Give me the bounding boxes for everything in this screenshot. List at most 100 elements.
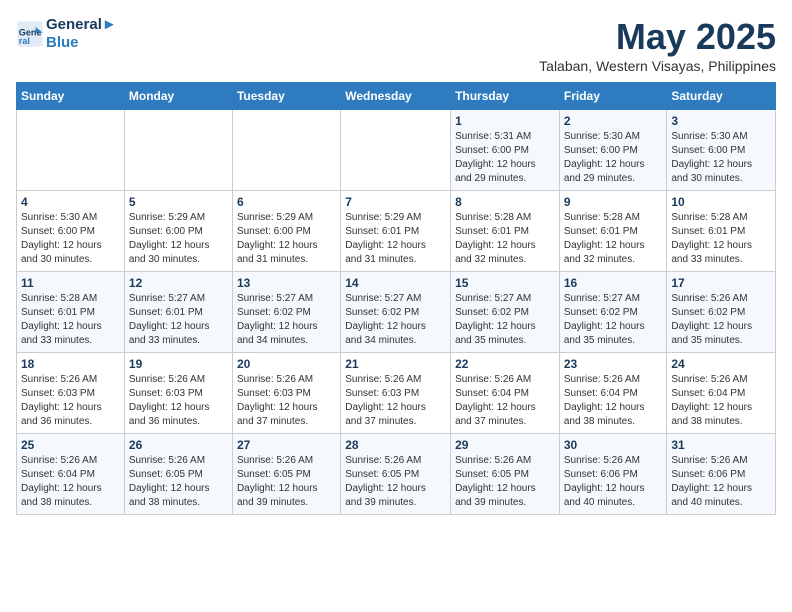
day-info: Sunrise: 5:28 AM Sunset: 6:01 PM Dayligh…	[455, 211, 555, 267]
day-info: Sunrise: 5:30 AM Sunset: 6:00 PM Dayligh…	[21, 211, 120, 267]
header-wednesday: Wednesday	[341, 83, 451, 110]
day-number: 27	[237, 438, 336, 452]
day-number: 11	[21, 276, 120, 290]
day-number: 14	[345, 276, 446, 290]
calendar-week-row: 18Sunrise: 5:26 AM Sunset: 6:03 PM Dayli…	[17, 353, 776, 434]
day-number: 12	[129, 276, 228, 290]
header-thursday: Thursday	[451, 83, 560, 110]
day-number: 23	[564, 357, 663, 371]
day-info: Sunrise: 5:26 AM Sunset: 6:03 PM Dayligh…	[345, 373, 446, 429]
logo-line1: General►	[46, 16, 117, 34]
day-info: Sunrise: 5:26 AM Sunset: 6:02 PM Dayligh…	[671, 292, 771, 348]
header-saturday: Saturday	[667, 83, 776, 110]
table-row: 11 Sunrise: 5:28 AM Sunset: 6:01 PM Dayli…	[17, 272, 125, 353]
table-row: 5 Sunrise: 5:29 AM Sunset: 6:00 PM Daylig…	[124, 191, 232, 272]
day-info: Sunrise: 5:27 AM Sunset: 6:02 PM Dayligh…	[455, 292, 555, 348]
day-info: Sunrise: 5:26 AM Sunset: 6:04 PM Dayligh…	[21, 454, 120, 510]
header: Gene ral General► Blue May 2025 Talaban,…	[16, 16, 776, 74]
table-row: 31 Sunrise: 5:26 AM Sunset: 6:06 PM Dayli…	[667, 434, 776, 515]
table-row: 20 Sunrise: 5:26 AM Sunset: 6:03 PM Dayli…	[232, 353, 340, 434]
day-info: Sunrise: 5:29 AM Sunset: 6:00 PM Dayligh…	[129, 211, 228, 267]
day-info: Sunrise: 5:28 AM Sunset: 6:01 PM Dayligh…	[564, 211, 663, 267]
table-row: 2Sunrise: 5:30 AM Sunset: 6:00 PM Daylig…	[559, 110, 667, 191]
svg-text:ral: ral	[19, 36, 30, 46]
table-row: 3Sunrise: 5:30 AM Sunset: 6:00 PM Daylig…	[667, 110, 776, 191]
day-info: Sunrise: 5:31 AM Sunset: 6:00 PM Dayligh…	[455, 130, 555, 186]
table-row: 26 Sunrise: 5:26 AM Sunset: 6:05 PM Dayli…	[124, 434, 232, 515]
table-row: 12 Sunrise: 5:27 AM Sunset: 6:01 PM Dayli…	[124, 272, 232, 353]
day-number: 4	[21, 195, 120, 209]
day-info: Sunrise: 5:26 AM Sunset: 6:05 PM Dayligh…	[345, 454, 446, 510]
day-number: 9	[564, 195, 663, 209]
day-info: Sunrise: 5:26 AM Sunset: 6:04 PM Dayligh…	[455, 373, 555, 429]
day-number: 20	[237, 357, 336, 371]
day-info: Sunrise: 5:27 AM Sunset: 6:02 PM Dayligh…	[564, 292, 663, 348]
table-row: 8 Sunrise: 5:28 AM Sunset: 6:01 PM Daylig…	[451, 191, 560, 272]
day-info: Sunrise: 5:27 AM Sunset: 6:01 PM Dayligh…	[129, 292, 228, 348]
table-row: 16 Sunrise: 5:27 AM Sunset: 6:02 PM Dayli…	[559, 272, 667, 353]
table-row: 10 Sunrise: 5:28 AM Sunset: 6:01 PM Dayli…	[667, 191, 776, 272]
calendar-week-row: 1 Sunrise: 5:31 AM Sunset: 6:00 PM Daylig…	[17, 110, 776, 191]
day-number: 26	[129, 438, 228, 452]
day-number: 21	[345, 357, 446, 371]
day-info: Sunrise: 5:26 AM Sunset: 6:06 PM Dayligh…	[671, 454, 771, 510]
day-info: Sunrise: 5:26 AM Sunset: 6:04 PM Dayligh…	[564, 373, 663, 429]
day-number: 28	[345, 438, 446, 452]
title-area: May 2025 Talaban, Western Visayas, Phili…	[539, 16, 776, 74]
day-info: Sunrise: 5:29 AM Sunset: 6:01 PM Dayligh…	[345, 211, 446, 267]
table-row: 22Sunrise: 5:26 AM Sunset: 6:04 PM Dayli…	[451, 353, 560, 434]
logo-line2: Blue	[46, 34, 117, 52]
calendar-week-row: 11 Sunrise: 5:28 AM Sunset: 6:01 PM Dayli…	[17, 272, 776, 353]
table-row: 25 Sunrise: 5:26 AM Sunset: 6:04 PM Dayli…	[17, 434, 125, 515]
table-row	[17, 110, 125, 191]
table-row: 17Sunrise: 5:26 AM Sunset: 6:02 PM Dayli…	[667, 272, 776, 353]
table-row: 14Sunrise: 5:27 AM Sunset: 6:02 PM Dayli…	[341, 272, 451, 353]
day-info: Sunrise: 5:26 AM Sunset: 6:05 PM Dayligh…	[129, 454, 228, 510]
day-number: 19	[129, 357, 228, 371]
table-row: 7 Sunrise: 5:29 AM Sunset: 6:01 PM Daylig…	[341, 191, 451, 272]
table-row: 29 Sunrise: 5:26 AM Sunset: 6:05 PM Dayli…	[451, 434, 560, 515]
day-number: 15	[455, 276, 555, 290]
location-subtitle: Talaban, Western Visayas, Philippines	[539, 58, 776, 74]
day-info: Sunrise: 5:29 AM Sunset: 6:00 PM Dayligh…	[237, 211, 336, 267]
calendar-week-row: 4 Sunrise: 5:30 AM Sunset: 6:00 PM Daylig…	[17, 191, 776, 272]
day-info: Sunrise: 5:26 AM Sunset: 6:05 PM Dayligh…	[455, 454, 555, 510]
table-row: 30 Sunrise: 5:26 AM Sunset: 6:06 PM Dayli…	[559, 434, 667, 515]
table-row: 19Sunrise: 5:26 AM Sunset: 6:03 PM Dayli…	[124, 353, 232, 434]
day-info: Sunrise: 5:26 AM Sunset: 6:03 PM Dayligh…	[21, 373, 120, 429]
day-info: Sunrise: 5:26 AM Sunset: 6:03 PM Dayligh…	[237, 373, 336, 429]
header-friday: Friday	[559, 83, 667, 110]
day-number: 31	[671, 438, 771, 452]
day-number: 5	[129, 195, 228, 209]
day-number: 16	[564, 276, 663, 290]
table-row: 18Sunrise: 5:26 AM Sunset: 6:03 PM Dayli…	[17, 353, 125, 434]
day-number: 10	[671, 195, 771, 209]
table-row	[341, 110, 451, 191]
day-info: Sunrise: 5:27 AM Sunset: 6:02 PM Dayligh…	[237, 292, 336, 348]
table-row	[124, 110, 232, 191]
day-info: Sunrise: 5:26 AM Sunset: 6:06 PM Dayligh…	[564, 454, 663, 510]
day-number: 30	[564, 438, 663, 452]
day-number: 13	[237, 276, 336, 290]
header-monday: Monday	[124, 83, 232, 110]
day-info: Sunrise: 5:30 AM Sunset: 6:00 PM Dayligh…	[564, 130, 663, 186]
day-number: 24	[671, 357, 771, 371]
header-tuesday: Tuesday	[232, 83, 340, 110]
table-row: 6 Sunrise: 5:29 AM Sunset: 6:00 PM Daylig…	[232, 191, 340, 272]
day-number: 6	[237, 195, 336, 209]
table-row: 4 Sunrise: 5:30 AM Sunset: 6:00 PM Daylig…	[17, 191, 125, 272]
table-row: 1 Sunrise: 5:31 AM Sunset: 6:00 PM Daylig…	[451, 110, 560, 191]
day-number: 7	[345, 195, 446, 209]
day-number: 25	[21, 438, 120, 452]
day-info: Sunrise: 5:28 AM Sunset: 6:01 PM Dayligh…	[671, 211, 771, 267]
table-row: 21 Sunrise: 5:26 AM Sunset: 6:03 PM Dayli…	[341, 353, 451, 434]
day-number: 29	[455, 438, 555, 452]
day-number: 8	[455, 195, 555, 209]
calendar-week-row: 25 Sunrise: 5:26 AM Sunset: 6:04 PM Dayli…	[17, 434, 776, 515]
table-row: 15 Sunrise: 5:27 AM Sunset: 6:02 PM Dayli…	[451, 272, 560, 353]
table-row: 28 Sunrise: 5:26 AM Sunset: 6:05 PM Dayli…	[341, 434, 451, 515]
table-row: 13 Sunrise: 5:27 AM Sunset: 6:02 PM Dayli…	[232, 272, 340, 353]
logo: Gene ral General► Blue	[16, 16, 117, 52]
day-info: Sunrise: 5:28 AM Sunset: 6:01 PM Dayligh…	[21, 292, 120, 348]
day-number: 1	[455, 114, 555, 128]
